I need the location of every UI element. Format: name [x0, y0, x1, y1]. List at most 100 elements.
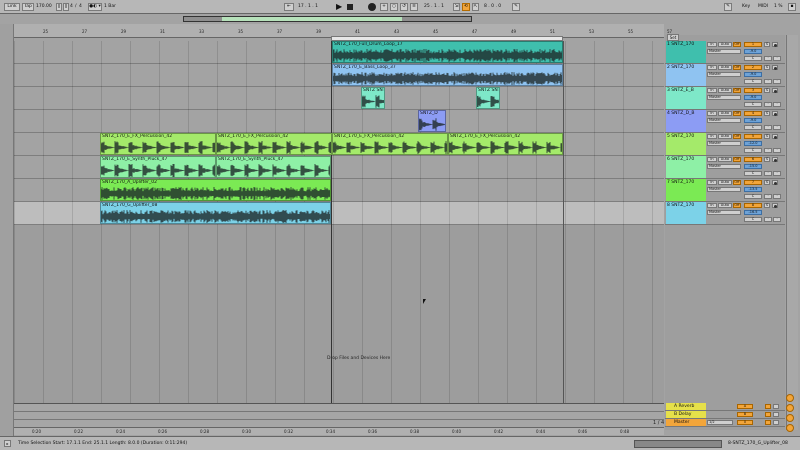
track-name[interactable]: 1 SNTZ_170 [666, 41, 706, 63]
track-header[interactable]: 6 SNTZ_170 In Auto Off Master 6 -15.0 C S · · [665, 156, 785, 179]
punch-in-button[interactable]: ⇲ [453, 3, 460, 11]
arm-record-icon[interactable] [772, 157, 778, 162]
monitor-in-button[interactable]: In [707, 65, 717, 70]
returns-toggle-icon[interactable] [786, 414, 794, 422]
return-activator-button[interactable]: B [737, 412, 753, 417]
loop-start-field[interactable]: 25 . 1 . 1 [424, 3, 452, 11]
loop-length-field[interactable]: 8 . 0 . 0 [484, 3, 512, 11]
draw-mode-button[interactable]: ✎ [512, 3, 520, 11]
time-ruler[interactable]: 0:20 0:22 0:24 0:26 0:28 0:30 0:32 0:34 0:36 0:38… [14, 427, 664, 435]
return-lane-a[interactable] [14, 404, 664, 412]
monitor-off-button[interactable]: Off [733, 65, 741, 70]
volume-field[interactable]: -9.0 [744, 49, 762, 54]
automation-arm-button[interactable]: ○ [390, 3, 398, 11]
return-track-header[interactable]: A Reverb A [665, 403, 785, 411]
audio-to-select[interactable]: Master [707, 210, 741, 215]
track-activator-button[interactable]: 5 [744, 134, 762, 139]
play-icon[interactable]: ▶ [336, 2, 342, 12]
track-name[interactable]: 4 SNTZ_D_B [666, 110, 706, 132]
track-header[interactable]: 8 SNTZ_170 In Auto Off Master 8 -16.5 C S · · [665, 202, 785, 225]
track-activator-button[interactable]: 3 [744, 88, 762, 93]
overview-selection[interactable] [222, 17, 402, 21]
re-enable-automation-button[interactable]: ↺ [400, 3, 408, 11]
audio-clip[interactable]: SNTZ_170_Full_Drum_Loop_17 [332, 41, 563, 63]
audio-clip[interactable]: SNTZ_170_E_FX_Percussion_42 [100, 133, 216, 155]
solo-button[interactable]: S [764, 157, 770, 162]
arm-record-icon[interactable] [772, 180, 778, 185]
pan-field[interactable]: C [744, 217, 762, 222]
info-view-toggle[interactable]: ▸ [4, 440, 11, 447]
return-track-name[interactable]: Master [666, 419, 706, 426]
audio-to-select[interactable]: Master [707, 95, 741, 100]
midi-map-button[interactable]: MIDI [758, 3, 772, 11]
audio-to-select[interactable]: Master [707, 72, 741, 77]
arm-record-icon[interactable] [772, 203, 778, 208]
monitor-auto-button[interactable]: Auto [718, 65, 732, 70]
pan-field[interactable]: C [744, 56, 762, 61]
solo-button[interactable]: S [764, 180, 770, 185]
solo-button[interactable]: S [764, 42, 770, 47]
audio-clip[interactable]: SNTZ SNTZ [361, 87, 385, 109]
volume-field[interactable]: -12.0 [744, 141, 762, 146]
track-activator-button[interactable]: 2 [744, 65, 762, 70]
arm-record-icon[interactable] [772, 42, 778, 47]
track-name[interactable]: 8 SNTZ_170 [666, 202, 706, 224]
pan-field[interactable]: C [744, 79, 762, 84]
capture-button[interactable]: ≡ [410, 3, 418, 11]
mixer-toggle-icon[interactable] [786, 424, 794, 432]
time-signature-denominator[interactable]: 4 [79, 3, 83, 11]
pan-field[interactable]: C [744, 125, 762, 130]
send-a-knob[interactable]: · [764, 148, 772, 153]
solo-button[interactable]: S [764, 203, 770, 208]
monitor-off-button[interactable]: Off [733, 134, 741, 139]
solo-button[interactable]: S [764, 134, 770, 139]
monitor-auto-button[interactable]: Auto [718, 203, 732, 208]
pan-field[interactable]: C [744, 194, 762, 199]
monitor-off-button[interactable]: Off [733, 157, 741, 162]
track-name[interactable]: 3 SNTZ_E_B [666, 87, 706, 109]
send-b-knob[interactable]: · [773, 148, 781, 153]
monitor-off-button[interactable]: Off [733, 88, 741, 93]
monitor-in-button[interactable]: In [707, 42, 717, 47]
volume-field[interactable]: -15.0 [744, 164, 762, 169]
track-lane[interactable] [14, 87, 664, 110]
link-button[interactable]: Link [4, 3, 20, 11]
follow-button[interactable]: ⇤ [284, 3, 294, 11]
audio-to-select[interactable]: Master [707, 49, 741, 54]
return-track-header[interactable]: B Delay B [665, 411, 785, 419]
send-b-knob[interactable]: · [773, 194, 781, 199]
audio-clip[interactable]: SNTZ_D [418, 110, 446, 132]
audio-clip[interactable]: SNTZ_170_E_Synth_Pluck_47 [216, 156, 331, 178]
audio-clip[interactable]: SNTZ_170_E_FX_Percussion_42 [216, 133, 332, 155]
monitor-auto-button[interactable]: Auto [718, 42, 732, 47]
audio-to-select[interactable]: Master [707, 164, 741, 169]
computer-midi-keyboard-button[interactable]: ✎ [724, 3, 732, 11]
volume-field[interactable]: -16.5 [744, 210, 762, 215]
solo-button[interactable]: S [764, 65, 770, 70]
pan-field[interactable]: C [744, 148, 762, 153]
metronome-button[interactable]: ●◐ ▾ [88, 3, 102, 11]
send-a-knob[interactable]: · [764, 125, 772, 130]
audio-clip[interactable]: SNTZ_170_E_Bass_Loop_37 [332, 64, 563, 86]
solo-button[interactable]: S [764, 111, 770, 116]
monitor-off-button[interactable]: Off [733, 42, 741, 47]
return-solo-button[interactable] [765, 412, 771, 417]
track-header[interactable]: 2 SNTZ_170 In Auto Off Master 2 -9.0 C S · · [665, 64, 785, 87]
arm-record-icon[interactable] [772, 65, 778, 70]
sends-toggle-icon[interactable] [786, 404, 794, 412]
monitor-off-button[interactable]: Off [733, 180, 741, 185]
song-position-field[interactable]: 17 . 1 . 1 [298, 3, 330, 11]
volume-field[interactable]: -9.0 [744, 118, 762, 123]
record-icon[interactable] [368, 3, 376, 11]
monitor-auto-button[interactable]: Auto [718, 134, 732, 139]
vertical-scrollbar[interactable] [786, 35, 798, 430]
audio-clip[interactable]: SNTZ_170_A_Uplifter_02 [100, 179, 331, 201]
send-b-knob[interactable]: · [773, 56, 781, 61]
solo-button[interactable]: S [764, 88, 770, 93]
cue-out-select[interactable]: 1/2 [707, 420, 733, 425]
audio-to-select[interactable]: Master [707, 187, 741, 192]
tap-button[interactable]: Tap [22, 3, 34, 11]
send-a-knob[interactable]: · [764, 171, 772, 176]
monitor-in-button[interactable]: In [707, 134, 717, 139]
punch-out-button[interactable]: ⇱ [472, 3, 479, 11]
